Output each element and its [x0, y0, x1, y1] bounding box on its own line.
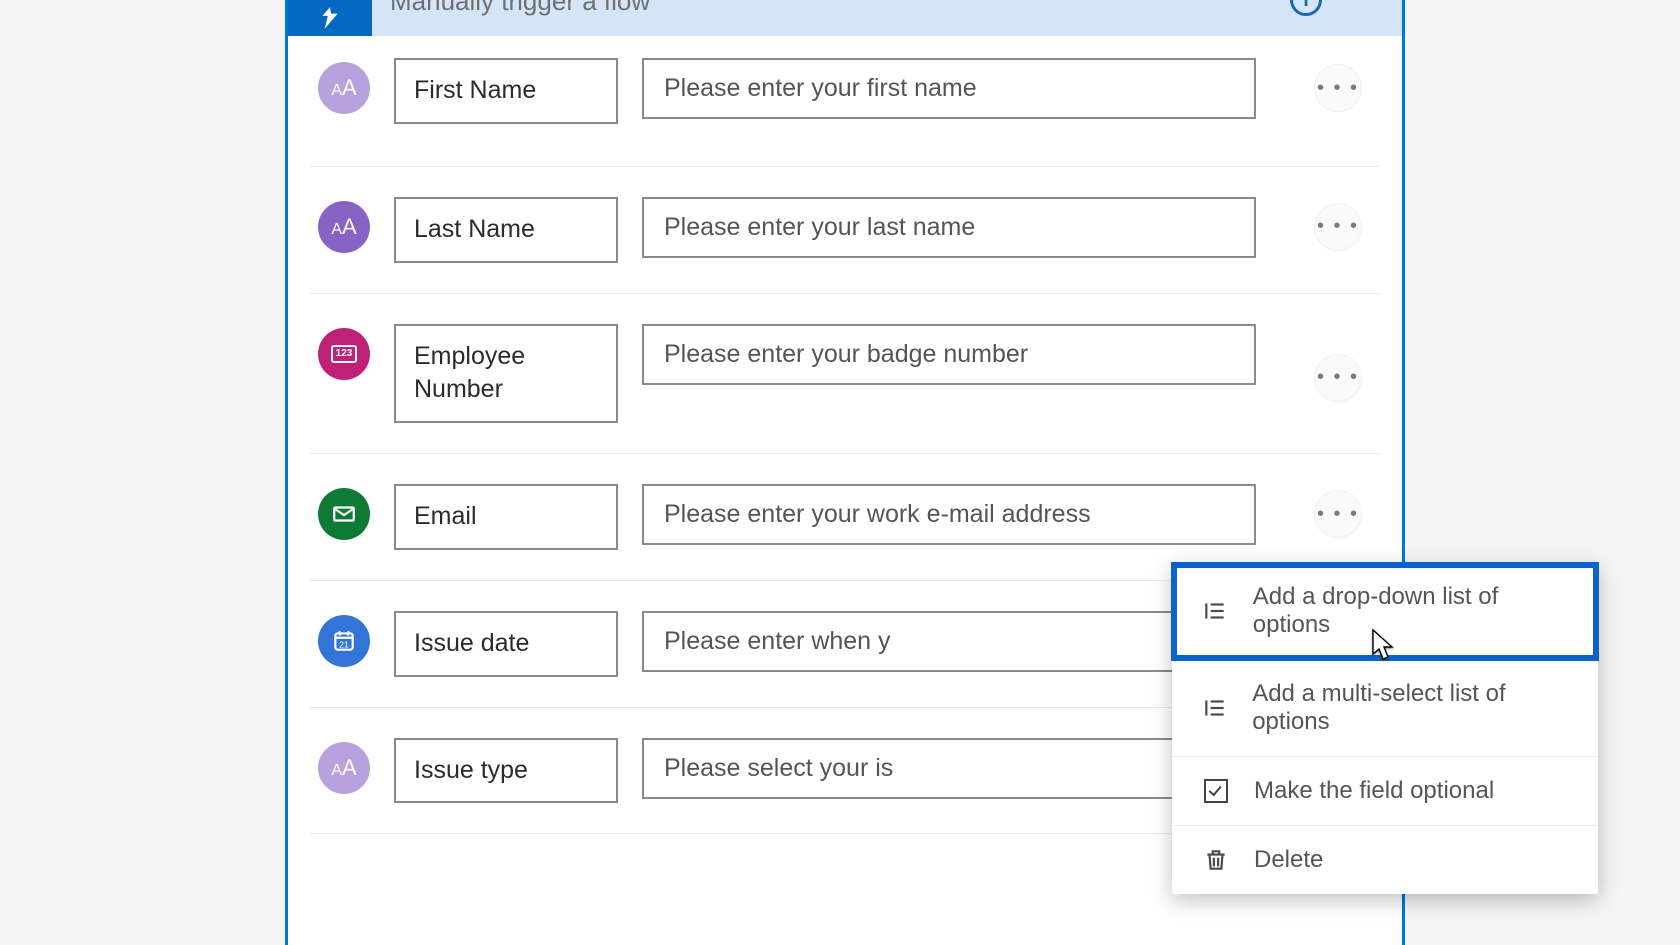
input-name-field[interactable]: Issue type — [394, 738, 618, 804]
text-type-icon: AA — [318, 201, 370, 253]
number-type-icon: 123 — [318, 328, 370, 380]
card-title: Manually trigger a flow — [372, 0, 650, 6]
input-name-field[interactable]: Employee Number — [394, 324, 618, 424]
row-menu-button[interactable]: • • • — [1314, 490, 1362, 538]
card-header: Manually trigger a flow i ··· — [288, 0, 1402, 36]
checkbox-icon — [1202, 779, 1230, 803]
input-row: 123 Employee Number Please enter your ba… — [310, 294, 1380, 455]
trigger-card: Manually trigger a flow i ··· AA First N… — [285, 0, 1405, 945]
menu-add-multiselect[interactable]: Add a multi-select list of options — [1172, 660, 1598, 757]
text-type-icon: AA — [318, 742, 370, 794]
row-menu-button[interactable]: • • • — [1314, 354, 1362, 402]
menu-make-optional[interactable]: Make the field optional — [1172, 757, 1598, 826]
input-name-field[interactable]: Last Name — [394, 197, 618, 263]
menu-label: Make the field optional — [1254, 777, 1494, 805]
input-prompt-field[interactable]: Please enter your work e-mail address — [642, 484, 1256, 545]
input-name-field[interactable]: First Name — [394, 58, 618, 124]
svg-text:21: 21 — [339, 639, 349, 649]
menu-delete[interactable]: Delete — [1172, 826, 1598, 894]
email-type-icon — [318, 488, 370, 540]
list-icon — [1202, 695, 1228, 721]
field-context-menu: Add a drop-down list of options Add a mu… — [1172, 563, 1598, 894]
menu-label: Add a drop-down list of options — [1253, 583, 1568, 639]
date-type-icon: 21 — [318, 615, 370, 667]
list-icon — [1202, 598, 1229, 624]
menu-add-dropdown[interactable]: Add a drop-down list of options — [1172, 563, 1598, 660]
input-row: AA Last Name Please enter your last name… — [310, 167, 1380, 294]
input-name-field[interactable]: Email — [394, 484, 618, 550]
input-prompt-field[interactable]: Please enter when y — [642, 611, 1256, 672]
input-name-field[interactable]: Issue date — [394, 611, 618, 677]
row-menu-button[interactable]: • • • — [1314, 203, 1362, 251]
row-menu-button[interactable]: • • • — [1314, 64, 1362, 112]
trash-icon — [1202, 847, 1230, 873]
info-icon[interactable]: i — [1290, 0, 1322, 16]
input-row: Email Please enter your work e-mail addr… — [310, 454, 1380, 581]
input-prompt-field[interactable]: Please enter your badge number — [642, 324, 1256, 385]
input-prompt-field[interactable]: Please enter your last name — [642, 197, 1256, 258]
menu-label: Add a multi-select list of options — [1252, 680, 1568, 736]
text-type-icon: AA — [318, 62, 370, 114]
input-prompt-field[interactable]: Please select your is — [642, 738, 1256, 799]
input-row: AA First Name Please enter your first na… — [310, 52, 1380, 167]
input-prompt-field[interactable]: Please enter your first name — [642, 58, 1256, 119]
menu-label: Delete — [1254, 846, 1323, 874]
trigger-icon — [288, 0, 372, 36]
